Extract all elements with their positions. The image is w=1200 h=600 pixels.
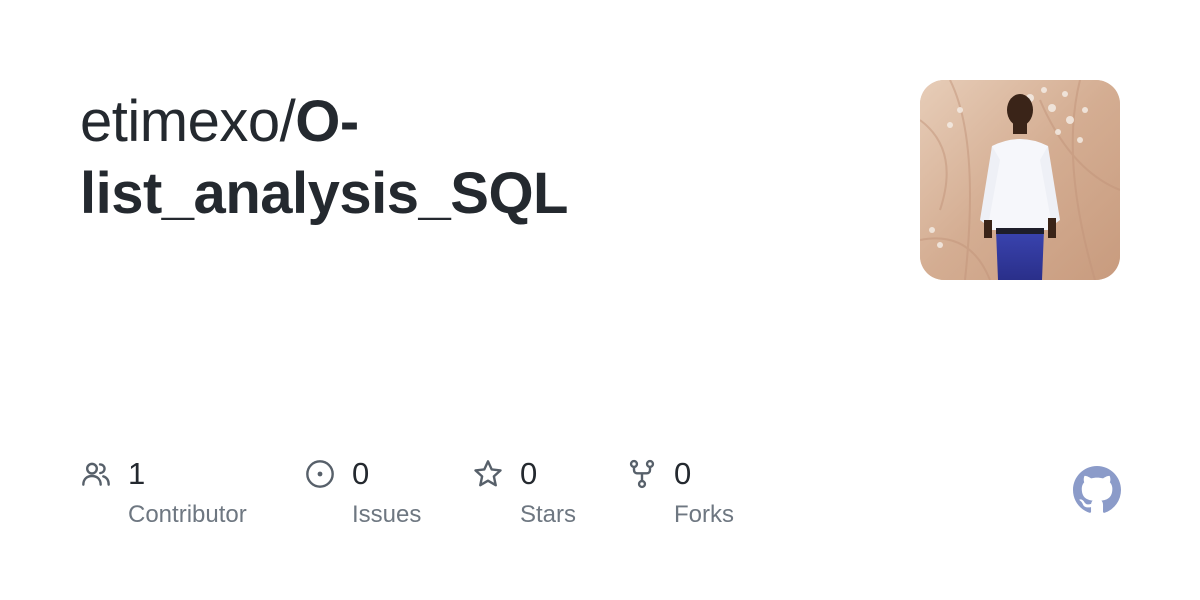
github-mark-icon[interactable] bbox=[1073, 466, 1121, 514]
avatar[interactable] bbox=[920, 80, 1120, 280]
stat-count: 0 bbox=[674, 456, 692, 491]
people-icon bbox=[82, 462, 110, 486]
star-icon bbox=[474, 460, 502, 487]
repo-forked-icon bbox=[629, 459, 655, 489]
avatar-photo bbox=[920, 80, 1120, 280]
stat-label: Stars bbox=[520, 501, 577, 528]
repo-title[interactable]: etimexo/O-list_analysis_SQL bbox=[80, 86, 800, 230]
stat-label: Contributor bbox=[128, 501, 247, 528]
stat-count: 1 bbox=[128, 456, 146, 491]
stat-count: 0 bbox=[352, 456, 370, 491]
stat-label: Issues bbox=[352, 501, 422, 528]
social-preview-card: etimexo/O-list_analysis_SQL 1 Contributo… bbox=[0, 0, 1200, 600]
repo-separator: / bbox=[279, 89, 296, 154]
stat-count: 0 bbox=[520, 456, 538, 491]
repo-owner[interactable]: etimexo bbox=[80, 89, 280, 154]
issue-opened-icon bbox=[306, 460, 334, 488]
stat-label: Forks bbox=[674, 501, 734, 528]
